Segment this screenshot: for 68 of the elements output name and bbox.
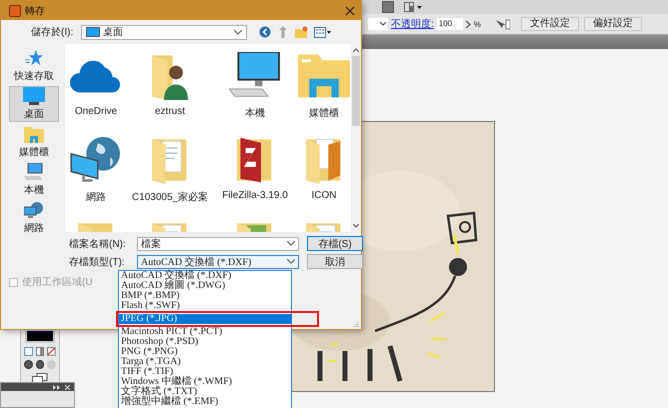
filename-field[interactable]: 檔案: [137, 236, 299, 250]
file-type-option[interactable]: Windows 中繼檔 (*.WMF): [119, 377, 291, 387]
chevron-icon: [287, 259, 295, 264]
file-type-option[interactable]: Flash (*.SWF): [119, 301, 291, 311]
opacity-link[interactable]: 不透明度:: [391, 17, 434, 31]
layout-icon[interactable]: [404, 2, 422, 12]
file-type-label: 存檔類型(T):: [69, 256, 126, 268]
location-dropdown[interactable]: 桌面: [81, 24, 248, 40]
window-title: 轉存: [25, 4, 46, 18]
chevron-icon: [234, 30, 242, 34]
file-type-option[interactable]: AutoCAD 交換檔 (*.DXF): [119, 271, 291, 281]
scroll-up-icon[interactable]: [353, 48, 359, 52]
computer-icon: [24, 163, 44, 181]
cancel-button[interactable]: 取消: [307, 254, 363, 269]
collapse-icon[interactable]: [53, 384, 61, 390]
sidebar-item[interactable]: 桌面: [9, 86, 59, 122]
file-type-option[interactable]: JPEG (*.JPG): [119, 314, 291, 324]
file-type-option[interactable]: Targa (*.TGA): [119, 357, 291, 367]
computer-icon[interactable]: [229, 52, 281, 100]
app-icon: [9, 4, 21, 16]
file-type-option[interactable]: PNG (*.PNG): [119, 347, 291, 357]
desktop-icon: [23, 87, 45, 105]
sidebar-item[interactable]: 網路: [9, 200, 59, 236]
stroke-icon[interactable]: [25, 329, 55, 343]
chevron-icon[interactable]: [466, 20, 471, 28]
file-type-option[interactable]: Macintosh PICT (*.PCT): [119, 327, 291, 337]
star-icon: [24, 49, 44, 67]
file-name[interactable]: 網路: [86, 190, 106, 204]
resize-grip-icon[interactable]: [353, 321, 359, 327]
percent-sign: %: [474, 20, 481, 28]
scroll-down-icon[interactable]: [353, 224, 359, 228]
file-type-option[interactable]: BMP (*.BMP): [119, 291, 291, 301]
no-color-icon[interactable]: [47, 347, 56, 356]
save-button[interactable]: 存檔(S): [307, 236, 363, 251]
library-icon[interactable]: [298, 52, 350, 100]
settings-button[interactable]: 偏好設定: [584, 17, 642, 31]
file-type-option[interactable]: AutoCAD 繪圖 (*.DWG): [119, 281, 291, 291]
opacity-field[interactable]: 100: [436, 18, 463, 30]
network-icon[interactable]: [70, 136, 122, 184]
checkbox-label: 使用工作區域(U: [22, 276, 93, 289]
view-menu-icon[interactable]: [314, 26, 332, 38]
file-name[interactable]: OneDrive: [74, 106, 118, 117]
sidebar-item[interactable]: 本機: [9, 162, 59, 198]
file-name[interactable]: C103005_家必案: [132, 190, 208, 204]
sidebar-item[interactable]: 媒體櫃: [9, 124, 59, 160]
back-icon[interactable]: [259, 26, 272, 38]
library-icon: [24, 125, 44, 143]
sidebar-item[interactable]: 快速存取: [9, 48, 59, 84]
new-folder-icon[interactable]: [295, 26, 308, 38]
file-name[interactable]: ICON: [312, 190, 336, 201]
filename-label: 檔案名稱(N):: [69, 238, 127, 250]
file-name[interactable]: FileZilla-3.19.0: [222, 190, 288, 201]
chevron-icon: [287, 241, 295, 246]
file-name[interactable]: 媒體櫃: [309, 106, 339, 120]
location-label: 儲存於(I):: [31, 26, 74, 39]
file-type-option[interactable]: TIFF (*.TIF): [119, 367, 291, 377]
settings-button[interactable]: 文件設定: [520, 17, 579, 31]
file-type-option[interactable]: Photoshop (*.PSD): [119, 337, 291, 347]
file-name[interactable]: eztrust: [154, 106, 185, 117]
network-icon: [24, 201, 44, 219]
close-icon[interactable]: [345, 6, 355, 16]
file-type-dropdown[interactable]: AutoCAD 交換檔 (*.DXF): [137, 254, 299, 268]
file-type-option[interactable]: 增強型中繼檔 (*.EMF): [119, 397, 291, 407]
dropdown[interactable]: [368, 18, 388, 30]
file-type-option[interactable]: 文字格式 (*.TXT): [119, 387, 291, 397]
chevron-icon: [380, 22, 386, 26]
pointer-icon[interactable]: [494, 18, 510, 30]
file-name[interactable]: 本機: [245, 106, 265, 120]
